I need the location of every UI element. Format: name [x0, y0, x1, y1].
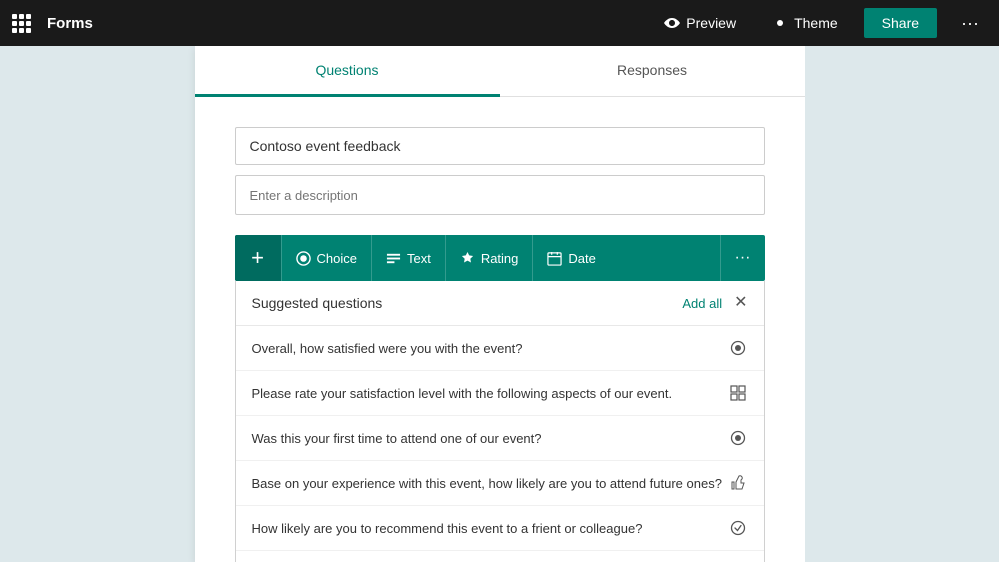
suggested-item[interactable]: How likely are you to recommend this eve… [236, 506, 764, 551]
add-question-button[interactable]: + [235, 235, 281, 281]
date-type-button[interactable]: Date [532, 235, 609, 281]
close-suggested-button[interactable]: ✕ [734, 295, 747, 311]
tab-responses[interactable]: Responses [500, 46, 805, 97]
choice-type-button[interactable]: Choice [281, 235, 371, 281]
suggested-item[interactable]: Do you have any suggestions for us to im… [236, 551, 764, 562]
app-name: Forms [47, 15, 93, 32]
suggested-item[interactable]: Base on your experience with this event,… [236, 461, 764, 506]
more-options-button[interactable]: ··· [953, 9, 987, 38]
suggested-actions: Add all ✕ [682, 295, 747, 311]
radio-icon-2 [728, 428, 748, 448]
text-type-button[interactable]: Text [371, 235, 445, 281]
date-icon [547, 251, 562, 266]
radio-icon [728, 338, 748, 358]
theme-icon [772, 15, 788, 31]
rating-icon [460, 251, 475, 266]
bg-left [0, 46, 195, 562]
rating-type-button[interactable]: Rating [445, 235, 533, 281]
circle-check-icon [728, 518, 748, 538]
thumbsup-icon [728, 473, 748, 493]
add-all-button[interactable]: Add all [682, 296, 722, 311]
suggested-title: Suggested questions [252, 295, 383, 311]
suggested-item[interactable]: Overall, how satisfied were you with the… [236, 326, 764, 371]
suggested-item[interactable]: Was this your first time to attend one o… [236, 416, 764, 461]
form-content: + Choice Text Rating [195, 97, 805, 562]
theme-button[interactable]: Theme [762, 9, 848, 37]
close-icon: ✕ [734, 294, 747, 311]
top-navigation: Forms Preview Theme Share ··· [0, 0, 999, 46]
more-icon: ··· [961, 13, 979, 34]
form-description-input[interactable] [235, 175, 765, 215]
bg-right [805, 46, 999, 562]
suggested-item[interactable]: Please rate your satisfaction level with… [236, 371, 764, 416]
app-launcher-icon[interactable] [12, 14, 31, 33]
preview-icon [664, 15, 680, 31]
more-types-icon: ··· [735, 249, 751, 266]
form-panel: Questions Responses + Choice [195, 46, 805, 562]
text-icon [386, 251, 401, 266]
question-type-toolbar: + Choice Text Rating [235, 235, 765, 281]
suggested-header: Suggested questions Add all ✕ [236, 281, 764, 326]
form-title-input[interactable] [235, 127, 765, 165]
preview-button[interactable]: Preview [654, 9, 746, 37]
share-button[interactable]: Share [864, 8, 937, 38]
more-types-button[interactable]: ··· [720, 235, 765, 281]
tab-questions[interactable]: Questions [195, 46, 500, 97]
tabs-bar: Questions Responses [195, 46, 805, 97]
grid-icon [728, 383, 748, 403]
suggested-panel: Suggested questions Add all ✕ Overall, h… [235, 281, 765, 562]
main-content: Questions Responses + Choice [0, 46, 999, 562]
choice-icon [296, 251, 311, 266]
